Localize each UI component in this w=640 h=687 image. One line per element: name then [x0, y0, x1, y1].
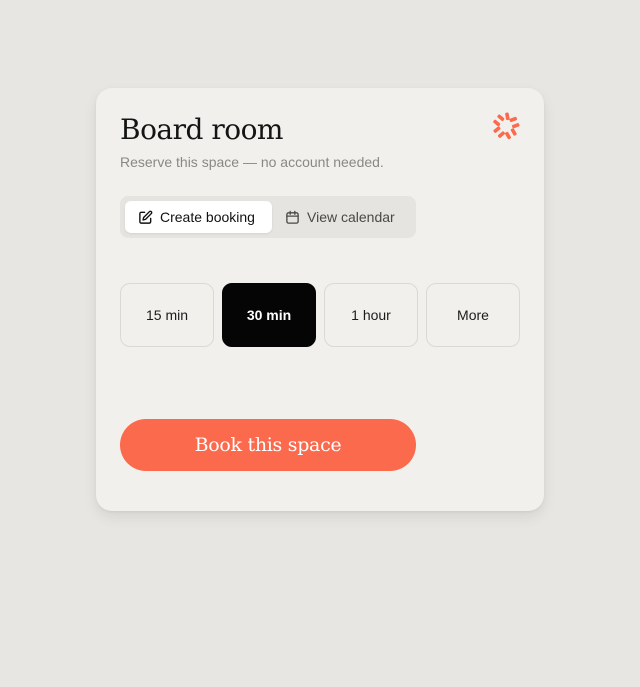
tab-create-booking-label: Create booking [160, 209, 255, 225]
brand-burst-icon [493, 112, 520, 140]
duration-15-min-button[interactable]: 15 min [120, 283, 214, 347]
book-this-space-button[interactable]: Book this space [120, 419, 416, 471]
tab-create-booking[interactable]: Create booking [125, 201, 272, 233]
duration-1-hour-button[interactable]: 1 hour [324, 283, 418, 347]
page-subtitle: Reserve this space — no account needed. [120, 154, 384, 170]
duration-more-button[interactable]: More [426, 283, 520, 347]
duration-30-min-button[interactable]: 30 min [222, 283, 316, 347]
calendar-icon [286, 210, 299, 224]
booking-card: Board room Reserve this space — no accou… [96, 88, 544, 511]
edit-icon [139, 210, 153, 224]
tab-view-calendar[interactable]: View calendar [272, 201, 408, 233]
page-title: Board room [120, 113, 284, 146]
duration-options: 15 min 30 min 1 hour More [120, 283, 520, 347]
tab-view-calendar-label: View calendar [307, 209, 395, 225]
view-switcher: Create booking View calendar [120, 196, 416, 238]
